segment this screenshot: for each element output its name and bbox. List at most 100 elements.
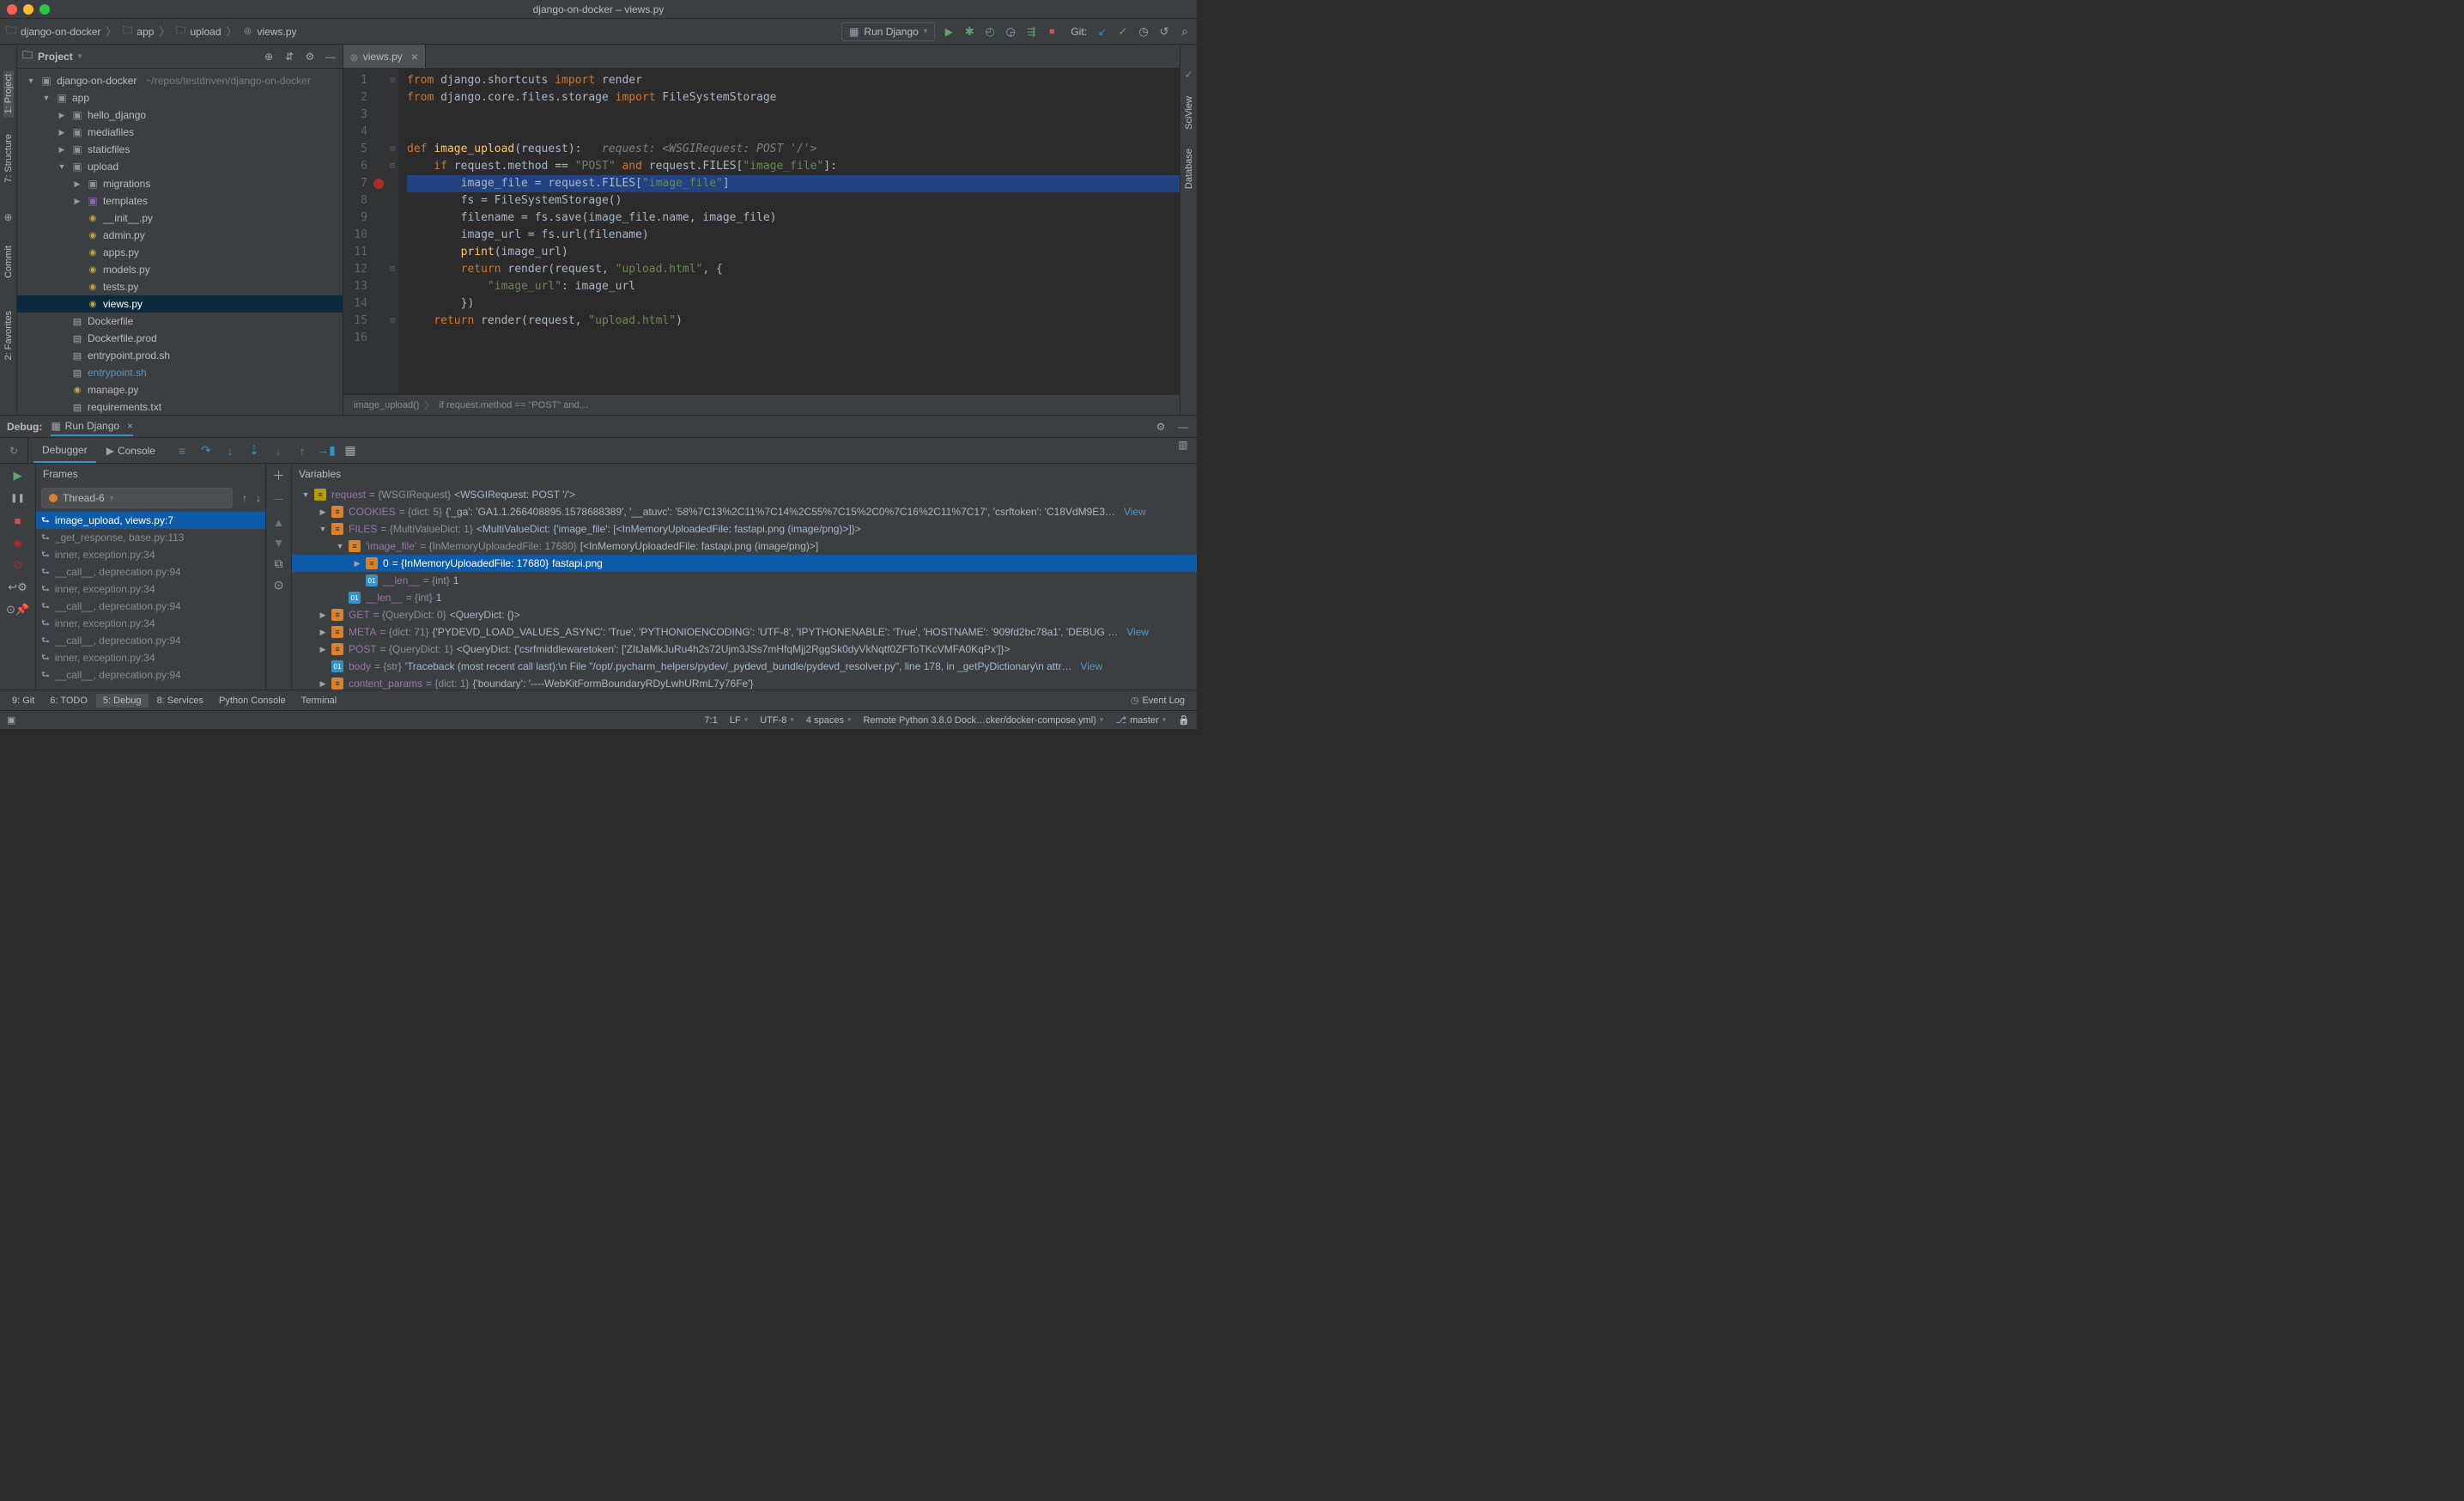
vcs-revert-button[interactable] (1157, 25, 1171, 39)
editor-crumb-if[interactable]: if request.method == "POST" and… (439, 400, 588, 410)
tree-row-migrations[interactable]: ▶migrations (17, 175, 343, 192)
variable-row[interactable]: ▼≡request = {WSGIRequest} <WSGIRequest: … (292, 486, 1197, 503)
thread-selector[interactable]: Thread-6 (41, 488, 233, 508)
debug-hide-button[interactable]: — (1176, 420, 1190, 434)
inspection-ok-icon[interactable] (1184, 69, 1193, 81)
settings-button[interactable]: ⚙ (9, 579, 27, 596)
tree-row-staticfiles[interactable]: ▶staticfiles (17, 141, 343, 158)
file-encoding[interactable]: UTF-8 (760, 715, 794, 726)
debug-button[interactable] (962, 25, 976, 39)
console-tab[interactable]: ▶Console (98, 440, 164, 462)
git-branch[interactable]: master (1115, 714, 1166, 726)
evaluate-button[interactable]: ▦ (343, 443, 358, 459)
bottom-tool-6-TODO[interactable]: 6: TODO (43, 694, 94, 708)
profile-button[interactable] (1004, 25, 1017, 39)
debug-settings-button[interactable]: ⚙ (1154, 420, 1168, 434)
stub-project[interactable]: 1: Project (3, 70, 14, 117)
vcs-update-button[interactable] (1095, 25, 1109, 39)
new-watch-button[interactable]: ＋ (273, 467, 285, 484)
frame-row[interactable]: __call__, deprecation.py:94 (36, 563, 265, 580)
view-breakpoints-button[interactable] (9, 534, 27, 551)
pause-button[interactable] (9, 489, 27, 507)
run-config-selector[interactable]: ▦ Run Django (841, 22, 935, 41)
window-zoom-button[interactable] (39, 4, 50, 15)
variable-row[interactable]: 01__len__ = {int} 1 (292, 589, 1197, 606)
vcs-history-button[interactable] (1137, 25, 1150, 39)
window-close-button[interactable] (7, 4, 17, 15)
tree-row-Dockerfile.prod[interactable]: Dockerfile.prod (17, 330, 343, 347)
stub-structure[interactable]: 7: Structure (3, 131, 14, 186)
crumb-app[interactable]: app (121, 26, 154, 38)
expand-all-button[interactable]: ⇵ (282, 50, 296, 64)
python-interpreter[interactable]: Remote Python 3.8.0 Dock…cker/docker-com… (863, 715, 1103, 726)
watch-up-button[interactable]: ▲ (273, 515, 285, 529)
fold-gutter[interactable]: ⊟⊟⊟⊟⊟ (386, 69, 398, 394)
variable-row[interactable]: 01body = {str} 'Traceback (most recent c… (292, 658, 1197, 675)
pin-button[interactable]: 📌 (9, 601, 27, 618)
editor-body[interactable]: 12345678910111213141516 ⊟⊟⊟⊟⊟ from djang… (343, 69, 1180, 394)
variable-row[interactable]: 01__len__ = {int} 1 (292, 572, 1197, 589)
tool-windows-button[interactable]: ▣ (7, 714, 15, 726)
stub-database[interactable]: Database (1184, 145, 1194, 192)
force-step-into-button[interactable]: ↓ (270, 443, 286, 459)
frame-row[interactable]: __call__, deprecation.py:94 (36, 666, 265, 684)
stop-button[interactable] (9, 512, 27, 529)
settings-button[interactable]: ⚙ (303, 50, 317, 64)
window-minimize-button[interactable] (23, 4, 33, 15)
hide-button[interactable]: — (324, 50, 337, 64)
tree-row-templates[interactable]: ▶templates (17, 192, 343, 210)
tree-row-__init__.py[interactable]: __init__.py (17, 210, 343, 227)
variable-row[interactable]: ▶≡GET = {QueryDict: 0} <QueryDict: {}> (292, 606, 1197, 623)
variable-row[interactable]: ▼≡FILES = {MultiValueDict: 1} <MultiValu… (292, 520, 1197, 538)
step-out-button[interactable]: ↑ (294, 443, 310, 459)
frame-row[interactable]: __call__, deprecation.py:94 (36, 632, 265, 649)
tree-row-hello_django[interactable]: ▶hello_django (17, 106, 343, 124)
project-tree[interactable]: ▼django-on-docker~/repos/testdriven/djan… (17, 69, 343, 415)
readonly-lock-icon[interactable] (1178, 714, 1190, 726)
tree-row-entrypoint.prod.sh[interactable]: entrypoint.prod.sh (17, 347, 343, 364)
tree-row-upload[interactable]: ▼upload (17, 158, 343, 175)
editor-crumb-fn[interactable]: image_upload() (354, 400, 419, 410)
bottom-tool-8-Services[interactable]: 8: Services (150, 694, 210, 708)
stop-button[interactable] (1045, 25, 1059, 39)
tree-row-entrypoint.sh[interactable]: entrypoint.sh (17, 364, 343, 381)
variable-row[interactable]: ▼≡'image_file' = {InMemoryUploadedFile: … (292, 538, 1197, 555)
tree-row-apps.py[interactable]: apps.py (17, 244, 343, 261)
variable-row[interactable]: ▶≡META = {dict: 71} {'PYDEVD_LOAD_VALUES… (292, 623, 1197, 641)
tree-row-models.py[interactable]: models.py (17, 261, 343, 278)
variable-row[interactable]: ▶≡COOKIES = {dict: 5} {'_ga': 'GA1.1.266… (292, 503, 1197, 520)
close-icon[interactable]: × (127, 420, 133, 432)
variables-list[interactable]: ▼≡request = {WSGIRequest} <WSGIRequest: … (292, 484, 1197, 690)
crumb-upload[interactable]: upload (174, 26, 221, 38)
frame-row[interactable]: inner, exception.py:34 (36, 615, 265, 632)
line-separator[interactable]: LF (730, 715, 748, 726)
tree-row-tests.py[interactable]: tests.py (17, 278, 343, 295)
crumb-file[interactable]: views.py (242, 26, 297, 38)
tree-row-mediafiles[interactable]: ▶mediafiles (17, 124, 343, 141)
tree-row-manage.py[interactable]: manage.py (17, 381, 343, 398)
remove-watch-button[interactable]: － (273, 491, 285, 508)
coverage-button[interactable] (983, 25, 997, 39)
bottom-tool-5-Debug[interactable]: 5: Debug (96, 694, 149, 708)
stub-favorites[interactable]: 2: Favorites (3, 307, 14, 363)
commit-icon[interactable]: ⊕ (3, 211, 12, 223)
tree-row-app[interactable]: ▼app (17, 89, 343, 106)
frame-row[interactable]: _get_response, base.py:113 (36, 529, 265, 546)
debug-config-tab[interactable]: ▦ Run Django × (51, 417, 133, 436)
bottom-tool-9-Git[interactable]: 9: Git (5, 694, 41, 708)
watches-view-button[interactable]: ⊙ (274, 578, 284, 592)
caret-position[interactable]: 7:1 (705, 715, 718, 726)
run-button[interactable] (942, 25, 956, 39)
layout-button[interactable]: ▥ (1176, 438, 1190, 452)
show-execution-point-button[interactable]: ≡ (174, 443, 190, 459)
crumb-root[interactable]: django-on-docker (5, 26, 100, 38)
tab-close-button[interactable]: × (411, 50, 418, 64)
watch-down-button[interactable]: ▼ (273, 536, 285, 550)
step-into-mycode-button[interactable]: ⇣ (246, 443, 262, 459)
stub-commit[interactable]: Commit (3, 242, 14, 282)
locate-button[interactable]: ⊕ (262, 50, 276, 64)
tree-row-requirements.txt[interactable]: requirements.txt (17, 398, 343, 415)
step-over-button[interactable]: ↷ (198, 443, 214, 459)
run-to-cursor-button[interactable]: →▮ (319, 443, 334, 459)
frame-row[interactable]: __call__, deprecation.py:94 (36, 598, 265, 615)
